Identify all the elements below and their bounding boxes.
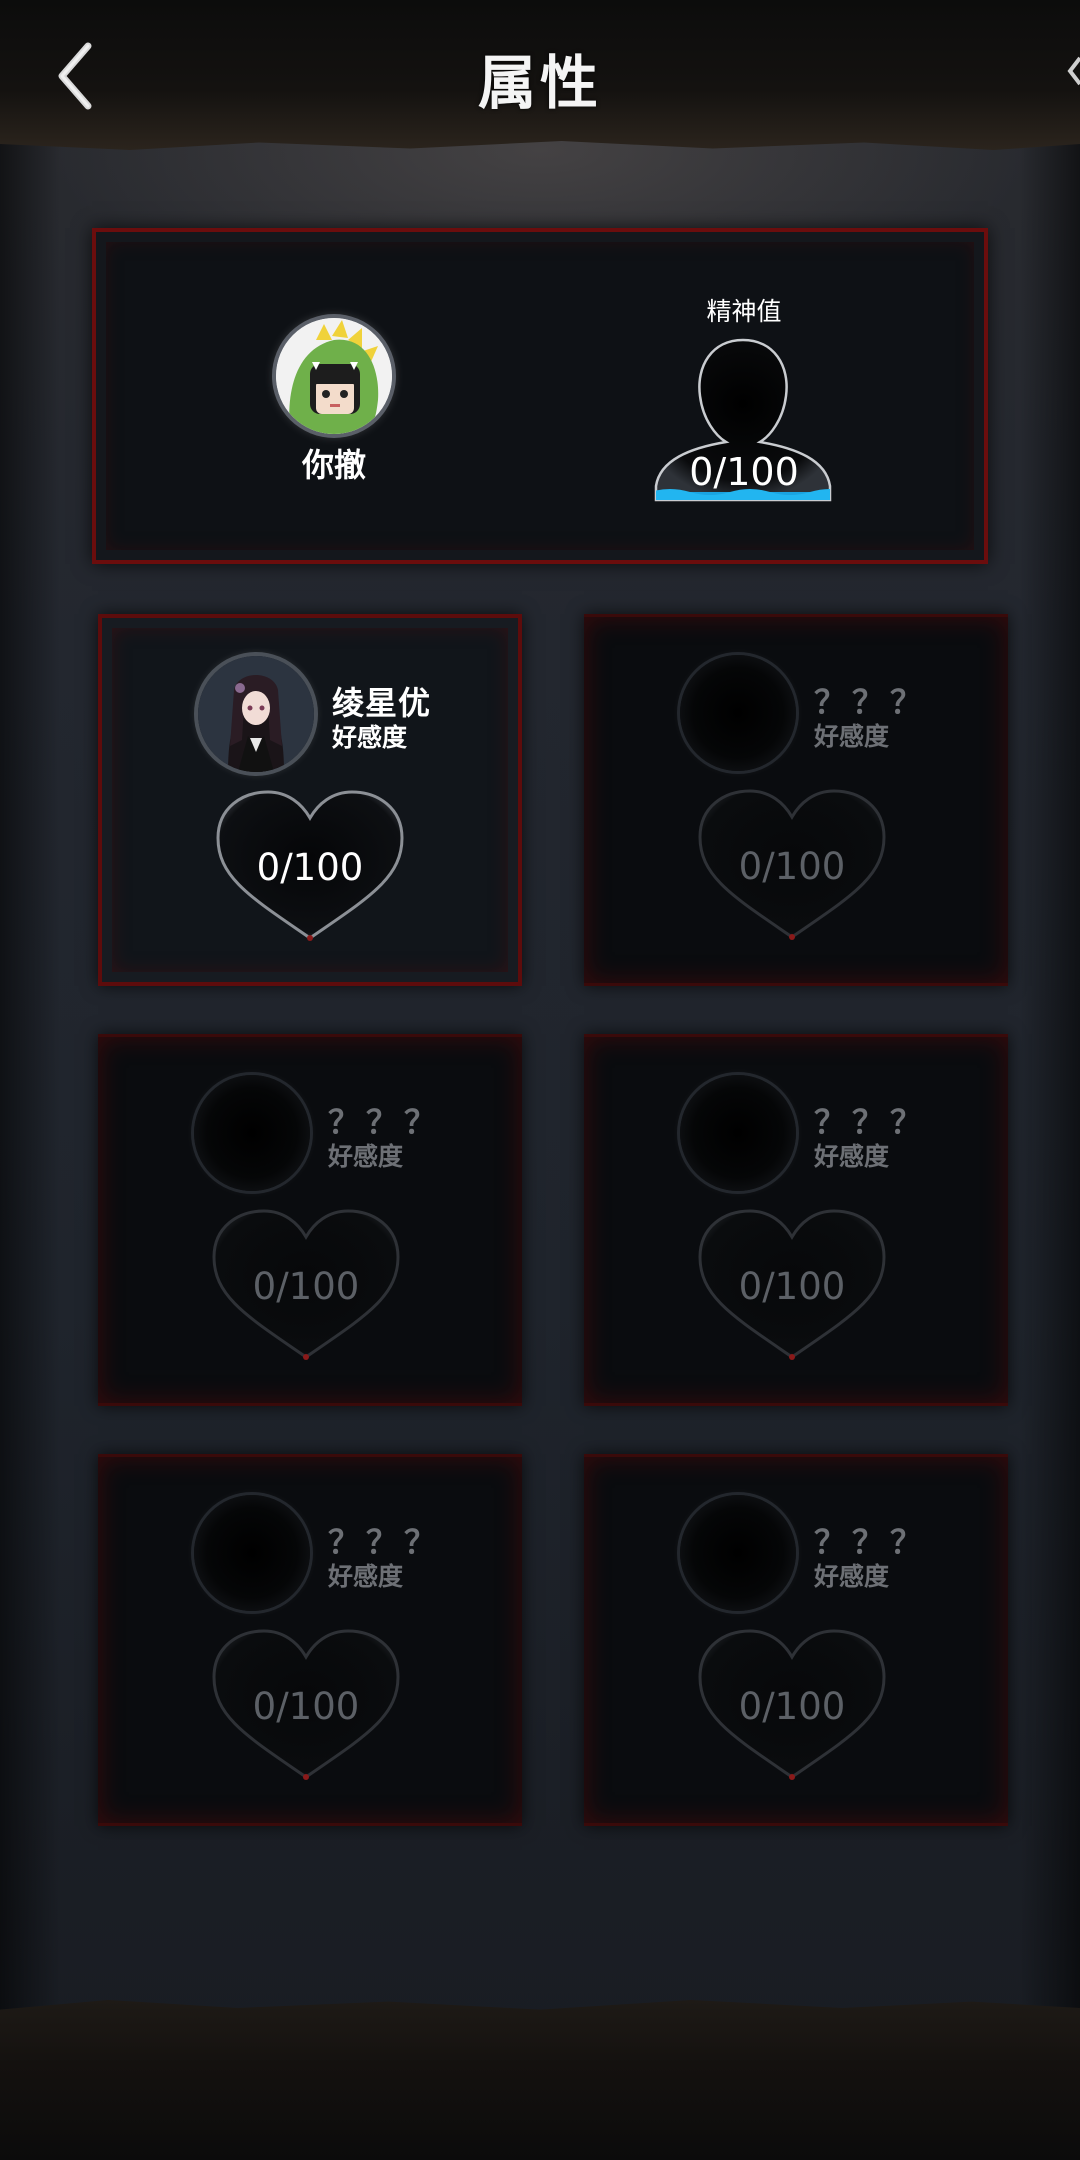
affinity-value: 0/100 [256, 846, 364, 889]
sanity-label: 精神值 [706, 297, 782, 326]
footer-bar [0, 2000, 1080, 2160]
affinity-label: 好感度 [814, 1562, 890, 1591]
player-avatar[interactable] [276, 318, 392, 434]
affinity-value: 0/100 [738, 845, 846, 888]
chevron-left-edge-icon [1067, 56, 1080, 86]
affinity-value: 0/100 [738, 1685, 846, 1728]
player-name: 你撤 [301, 446, 366, 484]
character-card[interactable]: ？？？ 好感度 0/100 [98, 1454, 522, 1826]
character-card[interactable]: ？？？ 好感度 0/100 [98, 1034, 522, 1406]
locked-portrait [680, 655, 796, 771]
affinity-label: 好感度 [814, 722, 890, 751]
dinosaur-hood-avatar-icon [276, 318, 392, 434]
left-edge-shade [0, 0, 60, 2160]
girl-portrait-icon [198, 656, 314, 772]
character-card[interactable]: 绫星优 好感度 0/100 [98, 614, 522, 986]
player-card [92, 228, 988, 564]
affinity-label: 好感度 [332, 723, 408, 752]
locked-portrait [194, 1495, 310, 1611]
affinity-value: 0/100 [252, 1265, 360, 1308]
right-edge-shade [1020, 0, 1080, 2160]
character-card[interactable]: ？？？ 好感度 0/100 [584, 1034, 1008, 1406]
affinity-value: 0/100 [252, 1685, 360, 1728]
affinity-value: 0/100 [738, 1265, 846, 1308]
affinity-label: 好感度 [328, 1562, 404, 1591]
character-card[interactable]: ？？？ 好感度 0/100 [584, 1454, 1008, 1826]
sanity-value: 0/100 [689, 450, 799, 494]
character-portrait [198, 656, 314, 772]
page-title: 属性 [477, 49, 602, 117]
locked-portrait [194, 1075, 310, 1191]
locked-portrait [680, 1075, 796, 1191]
character-card[interactable]: ？？？ 好感度 0/100 [584, 614, 1008, 986]
locked-portrait [680, 1495, 796, 1611]
affinity-label: 好感度 [328, 1142, 404, 1171]
affinity-label: 好感度 [814, 1142, 890, 1171]
